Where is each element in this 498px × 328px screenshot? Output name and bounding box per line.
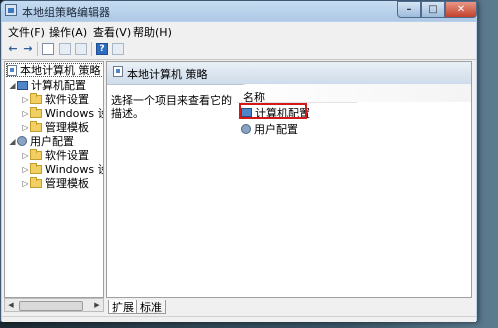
- group-policy-editor-window: 本地组策略编辑器 – □ ✕ 文件(F) 操作(A) 查看(V) 帮助(H) ←…: [0, 0, 478, 322]
- forward-arrow-icon[interactable]: →: [22, 43, 34, 55]
- tree-item-software-settings[interactable]: ▷ 软件设置: [21, 92, 89, 106]
- tab-extended[interactable]: 扩展: [108, 300, 138, 314]
- details-pane: 本地计算机 策略 选择一个项目来查看它的描述。 名称 计算机配置 用户配置: [106, 61, 472, 298]
- tree-item-windows-settings[interactable]: ▷ Windows 设: [21, 162, 103, 176]
- navigation-tree: 本地计算机 策略 ◢ 计算机配置 ▷ 软件设置 ▷ Windows 设 ▷ 管理…: [4, 61, 104, 298]
- folder-icon: [30, 162, 42, 174]
- policy-document-icon: [113, 66, 123, 77]
- expand-icon[interactable]: ▷: [21, 151, 30, 160]
- list-item-label: 用户配置: [254, 122, 298, 136]
- details-title: 本地计算机 策略: [127, 68, 208, 81]
- tree-item-computer-config[interactable]: ◢ 计算机配置: [8, 78, 86, 92]
- policy-editor-app-icon[interactable]: [5, 4, 17, 16]
- user-icon: [17, 136, 27, 146]
- help-icon[interactable]: ?: [96, 43, 108, 55]
- menu-view[interactable]: 查看(V): [93, 24, 131, 40]
- export-list-icon[interactable]: [75, 43, 87, 55]
- close-button[interactable]: ✕: [445, 1, 477, 18]
- scroll-right-icon[interactable]: ▶: [91, 299, 103, 311]
- tree-root-label: 本地计算机 策略: [20, 64, 101, 77]
- show-hide-tree-icon[interactable]: [42, 43, 54, 55]
- status-bar: [2, 316, 476, 322]
- collapse-icon[interactable]: ◢: [8, 137, 17, 146]
- menu-action[interactable]: 操作(A): [49, 24, 87, 40]
- toolbar: ← → ?: [2, 39, 476, 60]
- properties-icon[interactable]: [59, 43, 71, 55]
- expand-icon[interactable]: ▷: [21, 179, 30, 188]
- menu-help[interactable]: 帮助(H): [133, 24, 172, 40]
- item-list: 名称 计算机配置 用户配置: [237, 84, 471, 297]
- back-arrow-icon[interactable]: ←: [7, 43, 19, 55]
- list-item-user-config[interactable]: 用户配置: [241, 122, 298, 136]
- minimize-button[interactable]: –: [397, 1, 421, 18]
- toolbar-separator: [91, 42, 92, 56]
- policy-document-icon: [7, 64, 17, 76]
- tree-item-admin-templates[interactable]: ▷ 管理模板: [21, 120, 89, 134]
- menu-bar: 文件(F) 操作(A) 查看(V) 帮助(H): [2, 22, 476, 40]
- details-header: 本地计算机 策略: [107, 62, 471, 85]
- collapse-icon[interactable]: ◢: [8, 81, 17, 90]
- tree-horizontal-scrollbar[interactable]: ◀ ▶: [4, 298, 104, 312]
- title-bar[interactable]: 本地组策略编辑器 – □ ✕: [1, 1, 477, 21]
- expand-icon[interactable]: ▷: [21, 165, 30, 174]
- tab-standard[interactable]: 标准: [136, 300, 166, 314]
- scrollbar-thumb[interactable]: [19, 301, 83, 311]
- main-area: 本地计算机 策略 ◢ 计算机配置 ▷ 软件设置 ▷ Windows 设 ▷ 管理…: [2, 60, 476, 316]
- tree-item-user-config[interactable]: ◢ 用户配置: [8, 134, 74, 148]
- expand-icon[interactable]: ▷: [21, 95, 30, 104]
- filter-icon[interactable]: [112, 43, 124, 55]
- tree-root-item[interactable]: 本地计算机 策略: [6, 63, 103, 77]
- tree-item-admin-templates[interactable]: ▷ 管理模板: [21, 176, 89, 190]
- expand-icon[interactable]: ▷: [21, 109, 30, 118]
- tree-item-label: 管理模板: [45, 177, 89, 190]
- window-title: 本地组策略编辑器: [22, 6, 110, 19]
- view-tabs: 扩展 标准: [106, 300, 472, 314]
- expand-icon[interactable]: ▷: [21, 123, 30, 132]
- folder-icon: [30, 176, 42, 188]
- maximize-button[interactable]: □: [421, 1, 445, 18]
- menu-file[interactable]: 文件(F): [8, 24, 45, 40]
- red-highlight-box: [239, 103, 307, 119]
- folder-icon: [30, 106, 42, 118]
- folder-icon: [30, 148, 42, 160]
- toolbar-separator: [37, 42, 38, 56]
- folder-icon: [30, 92, 42, 104]
- tree-item-windows-settings[interactable]: ▷ Windows 设: [21, 106, 103, 120]
- description-text: 选择一个项目来查看它的描述。: [111, 94, 232, 120]
- user-icon: [241, 123, 251, 134]
- computer-icon: [17, 80, 28, 90]
- scroll-left-icon[interactable]: ◀: [5, 299, 17, 311]
- folder-icon: [30, 120, 42, 132]
- tree-item-software-settings[interactable]: ▷ 软件设置: [21, 148, 89, 162]
